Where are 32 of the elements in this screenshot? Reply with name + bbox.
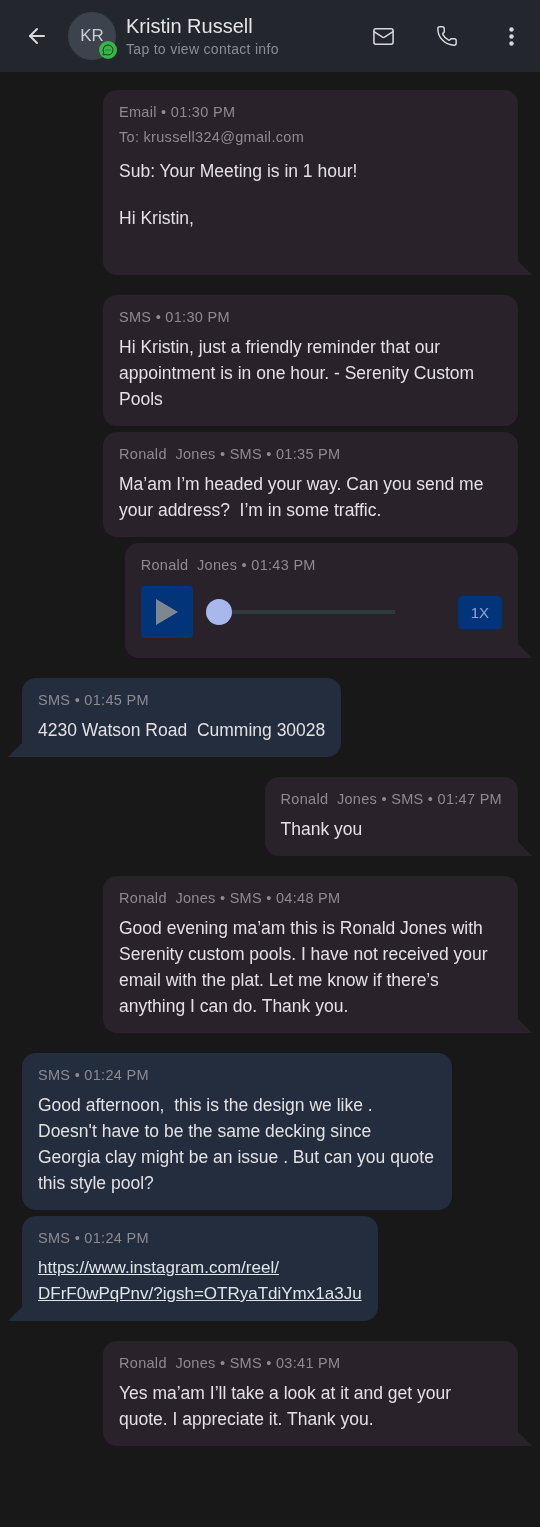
message-text: Thank you [280,818,364,841]
message-meta: SMS • 01:24 PM [38,1067,150,1083]
contact-name[interactable]: Kristin Russell [126,15,368,38]
message-meta: Ronald Jones • SMS • 03:41 PM [119,1355,342,1371]
message-meta: SMS • 01:24 PM [38,1230,150,1246]
avatar-initials: KR [80,26,104,46]
contact-avatar[interactable]: KR [68,12,116,60]
play-button[interactable] [140,586,193,638]
message-text: Hi Kristin, [119,207,195,230]
message-text: 4230 Watson Road Cumming 30028 [38,719,326,742]
message-meta: Email • 01:30 PM [119,104,237,120]
more-icon [508,26,514,46]
message-text: Yes ma’am I’ll take a look at it and get your quote. I appreciate it. Thank you. [119,1382,453,1431]
playback-speed-button[interactable]: 1X [457,595,502,629]
message-meta: Ronald Jones • 01:43 PM [140,557,317,573]
contact-subtitle[interactable]: Tap to view contact info [126,41,368,57]
message-meta: Ronald Jones • SMS • 01:35 PM [119,446,342,462]
message-meta: SMS • 01:45 PM [38,692,150,708]
message-text: Good afternoon, this is the design we like . Doesn't have to be the same decking since Georgia clay might be an issue . But can you quote this style pool? [38,1094,435,1195]
play-icon [155,599,178,625]
message-text: Good evening ma’am this is Ronald Jones with Serenity custom pools. I have not received your email with the plat. Let me know if there’s anything I can do. Thank you. [119,917,489,1018]
email-recipient: To: krussell324@gmail.com [119,129,305,145]
message-meta: Ronald Jones • SMS • 01:47 PM [280,791,502,807]
chat-badge-icon [99,41,117,59]
email-subject: Sub: Your Meeting is in 1 hour! [119,160,359,183]
message-text: Ma’am I’m headed your way. Can you send me your address? I’m in some traffic. [119,473,485,522]
message-meta: Ronald Jones • SMS • 04:48 PM [119,890,342,906]
message-meta: SMS • 01:30 PM [119,309,231,325]
message-link[interactable]: https://www.instagram.com/reel/ DFrF0wPqPnv/?igsh=OTRyaTdiYmx1a3Ju [38,1255,362,1307]
message-text: Hi Kristin, just a friendly reminder that our appointment is in one hour. - Serenity Custom Pools [119,336,476,411]
phone-icon [436,25,458,47]
audio-progress-thumb[interactable] [205,599,232,625]
